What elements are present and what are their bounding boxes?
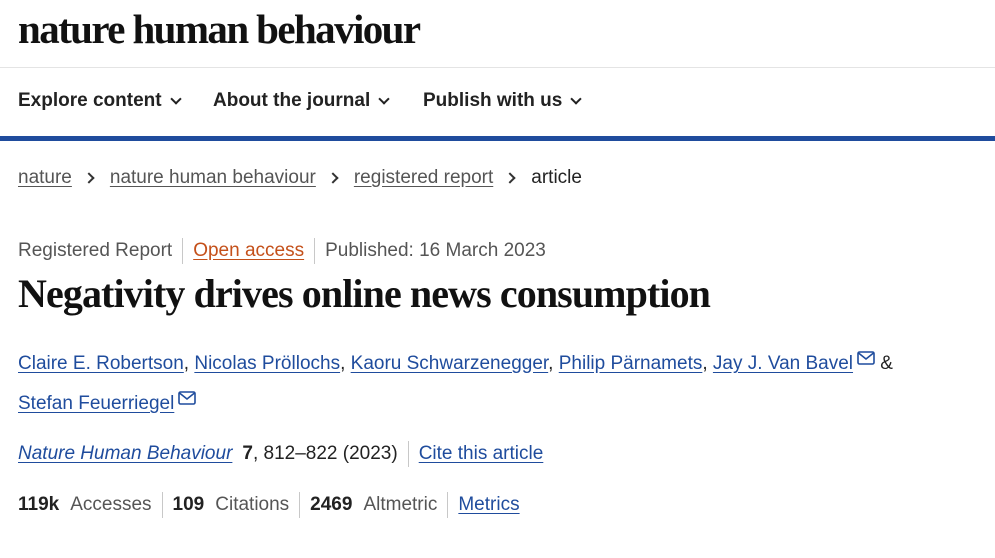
- chevron-right-icon: [83, 172, 95, 184]
- author-link[interactable]: Stefan Feuerriegel: [18, 393, 174, 414]
- divider: [161, 492, 163, 518]
- author-link[interactable]: Philip Pärnamets: [559, 353, 703, 374]
- chevron-right-icon: [327, 172, 339, 184]
- author-link[interactable]: Jay J. Van Bavel: [713, 353, 853, 374]
- author-link[interactable]: Nicolas Pröllochs: [194, 353, 340, 374]
- citation-line: Nature Human Behaviour 7, 812–822 (2023)…: [18, 441, 543, 467]
- article-title: Negativity drives online news consumptio…: [18, 271, 711, 316]
- page-range: , 812–822 (2023): [252, 443, 398, 464]
- citations-count: 109: [172, 494, 205, 515]
- cite-this-article-link[interactable]: Cite this article: [419, 443, 544, 465]
- nav-explore-content[interactable]: Explore content: [18, 90, 182, 112]
- author-separator: &: [875, 353, 893, 374]
- mail-icon[interactable]: [857, 351, 875, 365]
- author-separator: ,: [183, 353, 195, 374]
- nav-label: Explore content: [18, 90, 162, 111]
- divider: [182, 238, 184, 264]
- volume-number: 7: [242, 443, 253, 464]
- author-list: Claire E. Robertson, Nicolas Pröllochs, …: [18, 344, 978, 424]
- divider: [314, 238, 316, 264]
- article-type: Registered Report: [18, 240, 173, 261]
- citations-label: Citations: [215, 494, 290, 515]
- breadcrumb-nature[interactable]: nature: [18, 167, 72, 189]
- altmetric-score: 2469: [310, 494, 353, 515]
- chevron-down-icon: [169, 92, 182, 105]
- divider: [447, 492, 449, 518]
- nav-label: About the journal: [213, 90, 371, 111]
- author-separator: ,: [548, 353, 559, 374]
- nav-about-journal[interactable]: About the journal: [213, 90, 390, 112]
- author-separator: ,: [702, 353, 713, 374]
- published-date: Published: 16 March 2023: [325, 240, 546, 261]
- mail-icon[interactable]: [178, 391, 197, 405]
- altmetric-label: Altmetric: [363, 494, 438, 515]
- divider: [299, 492, 301, 518]
- chevron-down-icon: [378, 92, 390, 105]
- accesses-count: 119k: [18, 494, 60, 515]
- chevron-down-icon: [570, 92, 583, 105]
- nav-label: Publish with us: [423, 90, 563, 111]
- divider: [407, 441, 409, 467]
- chevron-right-icon: [504, 172, 516, 184]
- breadcrumb-journal[interactable]: nature human behaviour: [110, 167, 316, 189]
- author-link[interactable]: Claire E. Robertson: [18, 353, 184, 374]
- author-link[interactable]: Kaoru Schwarzenegger: [351, 353, 549, 374]
- journal-logo[interactable]: nature human behaviour: [18, 5, 421, 53]
- article-meta: Registered Report Open access Published:…: [18, 238, 546, 264]
- breadcrumb-registered-report[interactable]: registered report: [354, 167, 493, 189]
- breadcrumb: nature nature human behaviour registered…: [18, 167, 582, 189]
- nav-publish-with-us[interactable]: Publish with us: [423, 90, 583, 112]
- author-separator: ,: [340, 353, 351, 374]
- journal-link[interactable]: Nature Human Behaviour: [18, 443, 232, 465]
- open-access-link[interactable]: Open access: [193, 240, 304, 262]
- nav-divider-bar: [0, 136, 995, 141]
- metrics-link[interactable]: Metrics: [458, 494, 519, 516]
- masthead: nature human behaviour: [0, 0, 995, 68]
- main-nav: Explore content About the journal Publis…: [0, 68, 995, 136]
- breadcrumb-current: article: [531, 167, 582, 188]
- metrics-bar: 119k Accesses 109 Citations 2469 Altmetr…: [18, 492, 520, 518]
- accesses-label: Accesses: [70, 494, 152, 515]
